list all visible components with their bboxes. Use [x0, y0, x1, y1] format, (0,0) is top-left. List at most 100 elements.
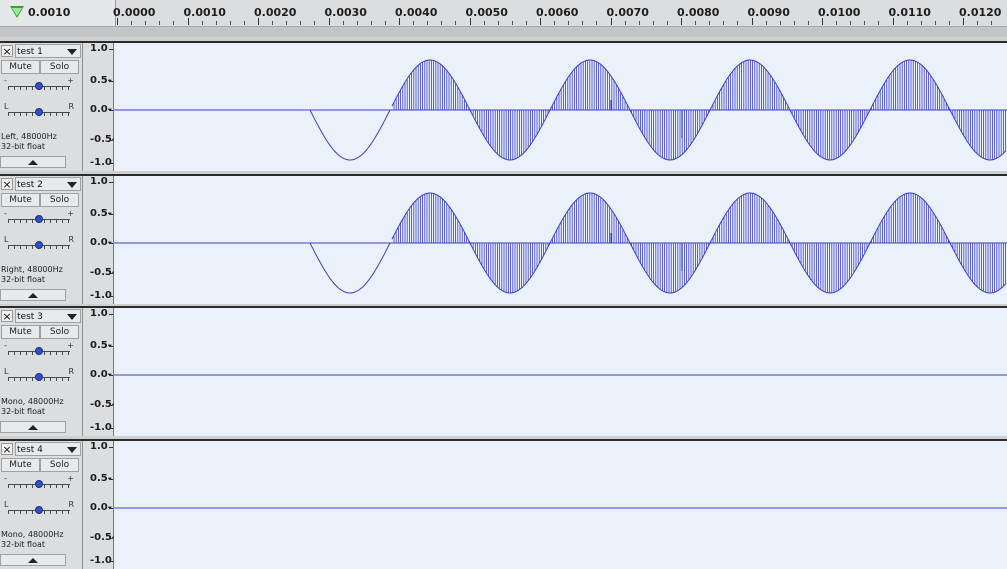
ruler-tick-label: 0.0120 — [959, 6, 1002, 19]
gain-slider[interactable]: - + — [4, 341, 74, 357]
ruler-major-tick — [187, 18, 189, 25]
pan-slider-thumb[interactable] — [35, 108, 43, 116]
track-name-menu[interactable]: test 3 — [15, 309, 81, 323]
amplitude-tick — [109, 49, 113, 50]
collapse-arrow-icon — [28, 160, 38, 165]
solo-button[interactable]: Solo — [40, 60, 79, 74]
gain-slider[interactable]: - + — [4, 474, 74, 490]
mute-button[interactable]: Mute — [1, 325, 40, 339]
waveform-area[interactable] — [114, 175, 1007, 304]
playhead-position-label: 0.0010 — [28, 6, 71, 19]
close-track-button[interactable]: × — [1, 310, 13, 323]
pan-slider[interactable]: L R — [4, 500, 74, 516]
track-format-info: Mono, 48000Hz 32-bit float — [1, 530, 64, 550]
ruler-minor-tick — [243, 21, 245, 25]
waveform-svg — [114, 507, 1007, 508]
track-name-label: test 1 — [17, 47, 43, 57]
track-name-menu[interactable]: test 1 — [15, 44, 81, 58]
waveform-leading-cycle — [309, 242, 391, 293]
timeline-scrub-band[interactable] — [0, 26, 1007, 37]
ruler-minor-tick — [342, 21, 344, 25]
pan-slider[interactable]: L R — [4, 102, 74, 118]
track-channel-rate: Left, 48000Hz — [1, 132, 57, 141]
track-channel-rate: Mono, 48000Hz — [1, 397, 64, 406]
mute-button[interactable]: Mute — [1, 457, 40, 472]
waveform-svg — [114, 374, 1007, 376]
amplitude-tick — [109, 346, 113, 347]
pan-slider[interactable]: L R — [4, 367, 74, 383]
waveform-area[interactable] — [114, 308, 1007, 436]
track-control-panel[interactable]: × test 3 Mute Solo - + L R Mono, 48000Hz… — [0, 308, 83, 436]
collapse-track-button[interactable] — [0, 156, 66, 168]
amplitude-tick — [109, 478, 113, 480]
close-track-button[interactable]: × — [1, 177, 13, 190]
gain-slider-thumb[interactable] — [35, 82, 43, 90]
timeline-ruler[interactable]: 0.0010 0.0000 0.0010 0.0020 0.0030 0.0040 0.0… — [0, 0, 1007, 37]
close-track-button[interactable]: × — [1, 442, 13, 455]
track-control-panel[interactable]: × test 2 Mute Solo - + L R Right, 48000H… — [0, 175, 83, 304]
dropdown-arrow-icon — [67, 49, 77, 55]
pan-slider-thumb[interactable] — [35, 373, 43, 381]
vertical-amplitude-ruler[interactable]: 1.0 0.5- 0.0- -0.5- -1.0 — [83, 308, 116, 436]
amplitude-tick — [109, 560, 113, 562]
mute-button[interactable]: Mute — [1, 192, 40, 207]
ruler-tick-label: 0.0080 — [677, 6, 720, 19]
ruler-minor-tick — [145, 21, 147, 25]
dropdown-arrow-icon — [67, 446, 77, 453]
ruler-minor-tick — [159, 21, 161, 25]
ruler-minor-tick — [497, 21, 499, 25]
track-control-panel[interactable]: × test 1 Mute Solo - + L R Left, 48000Hz… — [0, 43, 83, 171]
audio-track-4: × test 4 Mute Solo - + L R Mono, 48000Hz… — [0, 438, 1007, 569]
solo-button[interactable]: Solo — [40, 325, 79, 339]
gain-slider[interactable]: - + — [4, 76, 74, 92]
vertical-amplitude-ruler[interactable]: 1.0 0.5- 0.0- -0.5- -1.0 — [83, 440, 116, 569]
track-name-menu[interactable]: test 2 — [15, 176, 81, 191]
waveform-area[interactable] — [114, 43, 1007, 171]
ruler-minor-tick — [272, 21, 274, 25]
playhead-icon[interactable] — [10, 6, 24, 18]
ruler-minor-tick — [131, 21, 133, 25]
ruler-major-tick — [540, 18, 541, 25]
mute-button[interactable]: Mute — [1, 60, 40, 74]
solo-button[interactable]: Solo — [40, 457, 79, 472]
amplitude-tick — [109, 375, 113, 376]
amplitude-tick — [109, 213, 113, 215]
ruler-minor-tick — [850, 21, 852, 25]
ruler-minor-tick — [948, 21, 950, 25]
ruler-major-tick — [328, 18, 330, 25]
vertical-amplitude-ruler[interactable]: 1.0 0.5- 0.0- -0.5- -1.0 — [83, 175, 116, 304]
track-control-panel[interactable]: × test 4 Mute Solo - + L R Mono, 48000Hz… — [0, 440, 83, 569]
solo-button[interactable]: Solo — [40, 192, 79, 207]
ruler-minor-tick — [413, 21, 415, 25]
amplitude-tick — [109, 507, 113, 509]
collapse-track-button[interactable] — [0, 421, 66, 433]
ruler-minor-tick — [384, 21, 386, 25]
pan-slider[interactable]: L R — [4, 235, 74, 251]
pan-slider-thumb[interactable] — [35, 240, 43, 249]
track-name-menu[interactable]: test 4 — [15, 441, 81, 456]
collapse-arrow-icon — [28, 425, 38, 430]
gain-slider-thumb[interactable] — [35, 479, 43, 488]
pan-slider-thumb[interactable] — [35, 505, 43, 514]
vertical-amplitude-ruler[interactable]: 1.0 0.5- 0.0- -0.5- -1.0 — [83, 43, 116, 171]
close-track-button[interactable]: × — [1, 45, 13, 58]
ruler-major-tick — [963, 18, 964, 25]
collapse-track-button[interactable] — [0, 553, 66, 566]
amplitude-tick — [109, 140, 113, 141]
ruler-minor-tick — [215, 21, 217, 25]
dropdown-arrow-icon — [67, 181, 77, 188]
ruler-major-tick — [469, 18, 471, 25]
collapse-track-button[interactable] — [0, 288, 66, 301]
gain-slider-thumb[interactable] — [35, 214, 43, 223]
gain-slider[interactable]: - + — [4, 209, 74, 225]
ruler-minor-tick — [737, 21, 739, 25]
waveform-area[interactable] — [114, 440, 1007, 569]
amplitude-tick — [109, 81, 113, 82]
ruler-major-tick — [399, 18, 400, 25]
ruler-minor-tick — [934, 21, 936, 25]
gain-slider-thumb[interactable] — [35, 347, 43, 355]
ruler-minor-tick — [314, 21, 316, 25]
amplitude-tick — [109, 110, 113, 111]
track-header: × test 4 — [0, 441, 82, 456]
track-format-info: Mono, 48000Hz 32-bit float — [1, 397, 64, 417]
